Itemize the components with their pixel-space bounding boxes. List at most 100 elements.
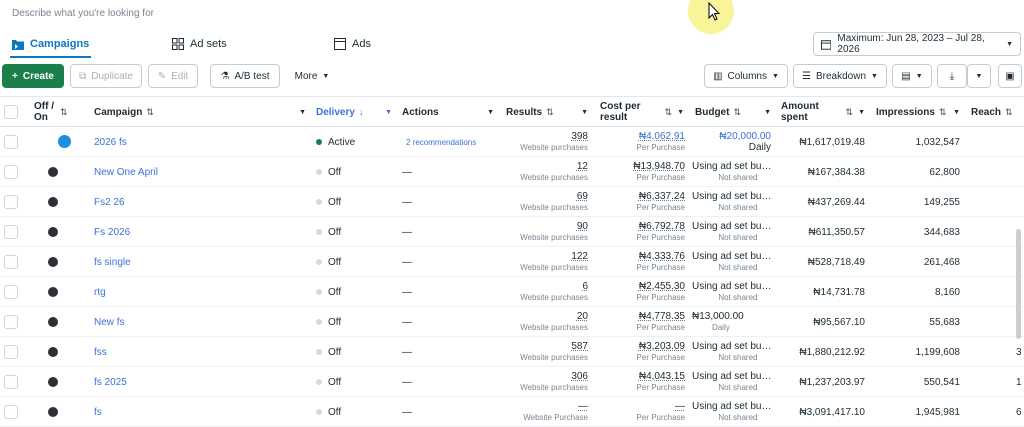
results-value: 90 (576, 221, 588, 232)
table-row[interactable]: New One April Off — 12 Website purchases … (0, 157, 1024, 187)
export-button[interactable]: ⤓ (937, 64, 967, 88)
tab-label: Ads (352, 38, 371, 50)
cost-sub: Per Purchase (636, 353, 685, 362)
col-cost-per-result[interactable]: Cost per result ⇅ ▼ (600, 97, 688, 127)
col-reach[interactable]: Reach ⇅ (971, 97, 1024, 127)
table-row[interactable]: fs 2025 Off — 306 Website purchases ₦4,04… (0, 367, 1024, 397)
impressions-cell: 550,541 (923, 376, 960, 388)
budget-sub: Not shared (718, 263, 758, 272)
export-menu-button[interactable]: ▼ (967, 64, 991, 88)
campaign-name-link[interactable]: fss (94, 337, 107, 367)
sort-icon: ⇅ (60, 106, 68, 117)
columns-button[interactable]: ▥ Columns ▼ (704, 64, 788, 88)
duplicate-button[interactable]: ⧉ Duplicate (70, 64, 142, 88)
date-range-button[interactable]: Maximum: Jun 28, 2023 – Jul 28, 2026 ▼ (813, 32, 1021, 56)
toggle-switch[interactable] (48, 257, 58, 267)
campaign-name-link[interactable]: fs 2025 (94, 367, 127, 397)
row-checkbox[interactable] (4, 255, 18, 269)
cost-value: ₦6,337.24 (638, 191, 685, 202)
table-row[interactable]: New fs Off — 20 Website purchases ₦4,778.… (0, 307, 1024, 337)
cost-value: ₦2,455.30 (638, 281, 685, 292)
search-input[interactable]: Describe what you're looking for (12, 8, 154, 19)
actions-cell: — (402, 406, 412, 418)
table-row[interactable]: rtg Off — 6 Website purchases ₦2,455.30 Pe… (0, 277, 1024, 307)
col-campaign[interactable]: Campaign ⇅ ▼ (94, 97, 310, 127)
campaign-name-link[interactable]: New fs (94, 307, 125, 337)
budget-value: Using ad set bu… (692, 221, 772, 232)
reach-cell: 1 (1016, 376, 1022, 388)
chevron-down-icon: ▼ (581, 108, 588, 116)
cost-per-result-cell: ₦6,337.24 Per Purchase (637, 187, 685, 217)
toggle-switch[interactable] (48, 377, 58, 387)
results-sub: Website purchases (520, 263, 588, 272)
recommendations-link[interactable]: 2 recommendations (406, 127, 476, 157)
chevron-down-icon: ▼ (915, 72, 923, 80)
toggle-switch[interactable] (48, 347, 58, 357)
table-row[interactable]: Fs 2026 Off — 90 Website purchases ₦6,792… (0, 217, 1024, 247)
vertical-scrollbar[interactable] (1016, 229, 1021, 339)
toggle-switch[interactable] (48, 167, 58, 177)
row-checkbox[interactable] (4, 285, 18, 299)
tab-ads[interactable]: Ads (334, 38, 371, 50)
tab-label: Ad sets (190, 38, 227, 50)
row-checkbox[interactable] (4, 375, 18, 389)
table-row[interactable]: Fs2 26 Off — 69 Website purchases ₦6,337.… (0, 187, 1024, 217)
results-value: 398 (571, 131, 588, 142)
col-budget[interactable]: Budget ⇅ ▼ (695, 97, 775, 127)
campaign-name-link[interactable]: Fs2 26 (94, 187, 125, 217)
toggle-switch[interactable] (48, 197, 58, 207)
select-all-checkbox[interactable] (4, 105, 18, 119)
edit-button[interactable]: ✎ Edit (148, 64, 198, 88)
table-row[interactable]: fs Off — — Website Purchase — Per Purchase… (0, 397, 1024, 427)
campaign-name-link[interactable]: fs single (94, 247, 131, 277)
ab-test-button[interactable]: ⚗ A/B test (210, 64, 280, 88)
status-dot-icon (316, 319, 322, 325)
toggle-switch[interactable] (48, 317, 58, 327)
col-results[interactable]: Results ⇅ ▼ (506, 97, 592, 127)
budget-cell: Using ad set bu… Not shared (692, 247, 772, 277)
actions-cell: — (402, 226, 412, 238)
row-checkbox[interactable] (4, 165, 18, 179)
delivery-label: Off (328, 316, 342, 328)
results-cell: 587 Website purchases (520, 337, 588, 367)
col-actions[interactable]: Actions ▼ (402, 97, 498, 127)
more-button[interactable]: More ▼ (286, 64, 338, 88)
create-button[interactable]: + Create (2, 64, 64, 88)
toggle-switch[interactable] (48, 407, 58, 417)
results-cell: 122 Website purchases (520, 247, 588, 277)
campaign-name-link[interactable]: fs (94, 397, 102, 427)
view-charts-button[interactable]: ▣ (998, 64, 1022, 88)
toggle-switch[interactable] (48, 287, 58, 297)
row-checkbox[interactable] (4, 135, 18, 149)
col-amount-spent[interactable]: Amount spent ⇅ ▼ (781, 97, 869, 127)
reach-cell: 6 (1016, 406, 1022, 418)
actions-cell: — (402, 376, 412, 388)
col-delivery[interactable]: Delivery ↓ ▼ (316, 97, 396, 127)
row-checkbox[interactable] (4, 225, 18, 239)
table-row[interactable]: fss Off — 587 Website purchases ₦3,203.09… (0, 337, 1024, 367)
table-row[interactable]: fs single Off — 122 Website purchases ₦4,… (0, 247, 1024, 277)
toggle-switch[interactable] (48, 227, 58, 237)
tab-ad-sets[interactable]: Ad sets (172, 38, 227, 50)
tab-campaigns[interactable]: Campaigns (9, 38, 92, 58)
toggle-switch[interactable] (58, 135, 71, 148)
row-checkbox[interactable] (4, 345, 18, 359)
budget-cell: Using ad set bu… Not shared (692, 217, 772, 247)
campaign-name-link[interactable]: New One April (94, 157, 158, 187)
table-row[interactable]: 2026 fs Active 2 recommendations 398 Webs… (0, 127, 1024, 157)
grid-icon (172, 38, 184, 50)
row-checkbox[interactable] (4, 315, 18, 329)
row-checkbox[interactable] (4, 405, 18, 419)
col-impressions[interactable]: Impressions ⇅ ▼ (876, 97, 964, 127)
status-dot-icon (316, 229, 322, 235)
row-checkbox[interactable] (4, 195, 18, 209)
results-cell: 6 Website purchases (520, 277, 588, 307)
sort-icon: ⇅ (546, 106, 554, 117)
campaign-name-link[interactable]: rtg (94, 277, 106, 307)
campaign-name-link[interactable]: Fs 2026 (94, 217, 130, 247)
col-off-on[interactable]: Off / On ⇅ (34, 97, 74, 127)
reports-button[interactable]: ▤ ▼ (892, 64, 932, 88)
campaign-name-link[interactable]: 2026 fs (94, 127, 127, 157)
results-sub: Website purchases (520, 203, 588, 212)
breakdown-button[interactable]: ☰ Breakdown ▼ (793, 64, 887, 88)
